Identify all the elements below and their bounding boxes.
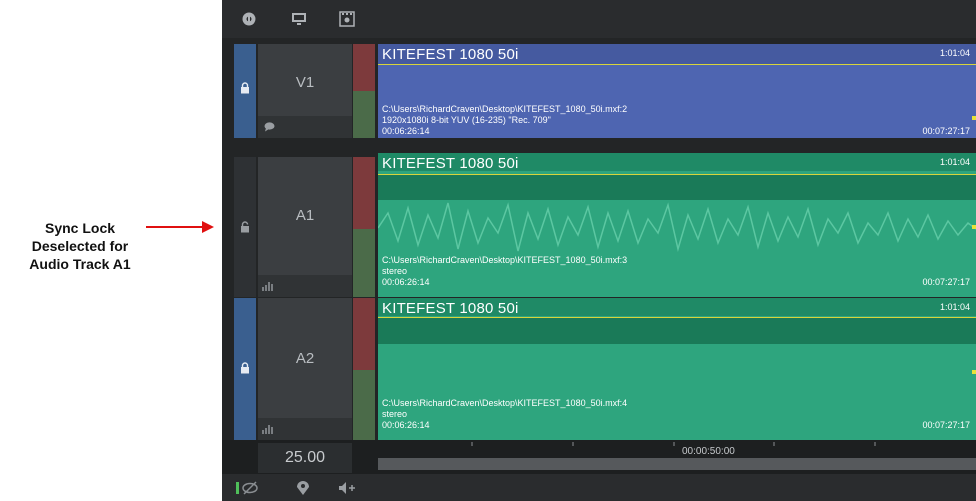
lock-icon [241, 82, 249, 94]
add-marker-icon[interactable] [290, 478, 316, 498]
timeline-scrollbar[interactable] [378, 458, 976, 470]
track-header-v1[interactable]: V1 [258, 44, 352, 116]
video-clip-v1[interactable]: KITEFEST 1080 50i 1:01:04 C:\Users\Richa… [378, 44, 976, 138]
clip-format: stereo [382, 266, 408, 276]
patch-indicator[interactable] [353, 229, 375, 297]
clip-path: C:\Users\RichardCraven\Desktop\KITEFEST_… [382, 104, 628, 114]
clip-header-line [378, 174, 976, 175]
track-subrow-a2 [258, 418, 352, 440]
clip-marker [972, 370, 976, 374]
annotation-line: Deselected for [31, 238, 129, 254]
clip-path: C:\Users\RichardCraven\Desktop\KITEFEST_… [382, 398, 628, 408]
sync-lock-toggle-a2[interactable] [234, 298, 256, 440]
audio-clip-a2[interactable]: KITEFEST 1080 50i 1:01:04 C:\Users\Richa… [378, 298, 976, 440]
annotation-line: Sync Lock [44, 220, 116, 236]
clip-title: KITEFEST 1080 50i [382, 46, 519, 63]
clip-path: C:\Users\RichardCraven\Desktop\KITEFEST_… [382, 255, 628, 265]
eye-add-icon[interactable] [236, 8, 262, 30]
film-frame-icon[interactable] [334, 8, 360, 30]
clip-duration: 1:01:04 [939, 302, 970, 312]
monitor-icon[interactable] [286, 8, 312, 30]
clip-duration: 1:01:04 [939, 48, 970, 58]
track-name: V1 [295, 74, 315, 91]
annotation-arrow-line [146, 226, 204, 228]
frame-rate-display: 25.00 [258, 443, 352, 473]
audio-meter-icon[interactable] [262, 424, 274, 434]
audio-clip-a1[interactable]: KITEFEST 1080 50i 1:01:04 C:\Users\Richa… [378, 153, 976, 297]
patch-indicator[interactable] [353, 44, 375, 91]
patch-indicator[interactable] [353, 91, 375, 138]
ruler-timecode: 00:00:50:00 [682, 446, 735, 457]
clip-band [378, 318, 976, 344]
annotation-line: Audio Track A1 [29, 256, 131, 272]
clip-tc-out: 00:07:27:17 [922, 126, 970, 136]
patch-indicator[interactable] [353, 370, 375, 440]
clip-header-line [378, 317, 976, 318]
hide-track-icon[interactable] [234, 478, 260, 498]
clip-format: stereo [382, 409, 408, 419]
patch-indicator[interactable] [353, 298, 375, 370]
annotation-callout: Sync Lock Deselected for Audio Track A1 [0, 219, 160, 273]
track-name: A1 [295, 207, 315, 224]
clip-tc-out: 00:07:27:17 [922, 420, 970, 430]
clip-title: KITEFEST 1080 50i [382, 155, 519, 172]
time-ruler[interactable] [378, 440, 976, 456]
track-header-a2[interactable]: A2 [258, 298, 352, 418]
audio-meter-icon[interactable] [262, 281, 274, 291]
annotation-arrow-head [202, 221, 214, 233]
unlock-icon [241, 221, 249, 233]
patch-indicator[interactable] [353, 157, 375, 229]
track-header-a1[interactable]: A1 [258, 157, 352, 275]
clip-format: 1920x1080i 8-bit YUV (16-235) "Rec. 709" [382, 115, 551, 125]
sync-lock-toggle-a1[interactable] [234, 157, 256, 297]
timeline-panel: V1 KITEFEST 1080 50i 1:01:04 C:\Users\Ri… [222, 0, 976, 501]
add-audio-track-icon[interactable] [334, 478, 360, 498]
track-subrow-v1 [258, 116, 352, 138]
track-subrow-a1 [258, 275, 352, 297]
track-name: A2 [295, 350, 315, 367]
clip-tc-out: 00:07:27:17 [922, 277, 970, 287]
lock-icon [241, 362, 249, 374]
sync-lock-toggle-v1[interactable] [234, 44, 256, 138]
clip-tc-in: 00:06:26:14 [382, 277, 430, 287]
clip-tc-in: 00:06:26:14 [382, 420, 430, 430]
clip-duration: 1:01:04 [939, 157, 970, 167]
clip-marker [972, 225, 976, 229]
clip-tc-in: 00:06:26:14 [382, 126, 430, 136]
comment-icon[interactable] [264, 122, 275, 132]
clip-header-line [378, 64, 976, 65]
clip-title: KITEFEST 1080 50i [382, 300, 519, 317]
clip-marker [972, 116, 976, 120]
